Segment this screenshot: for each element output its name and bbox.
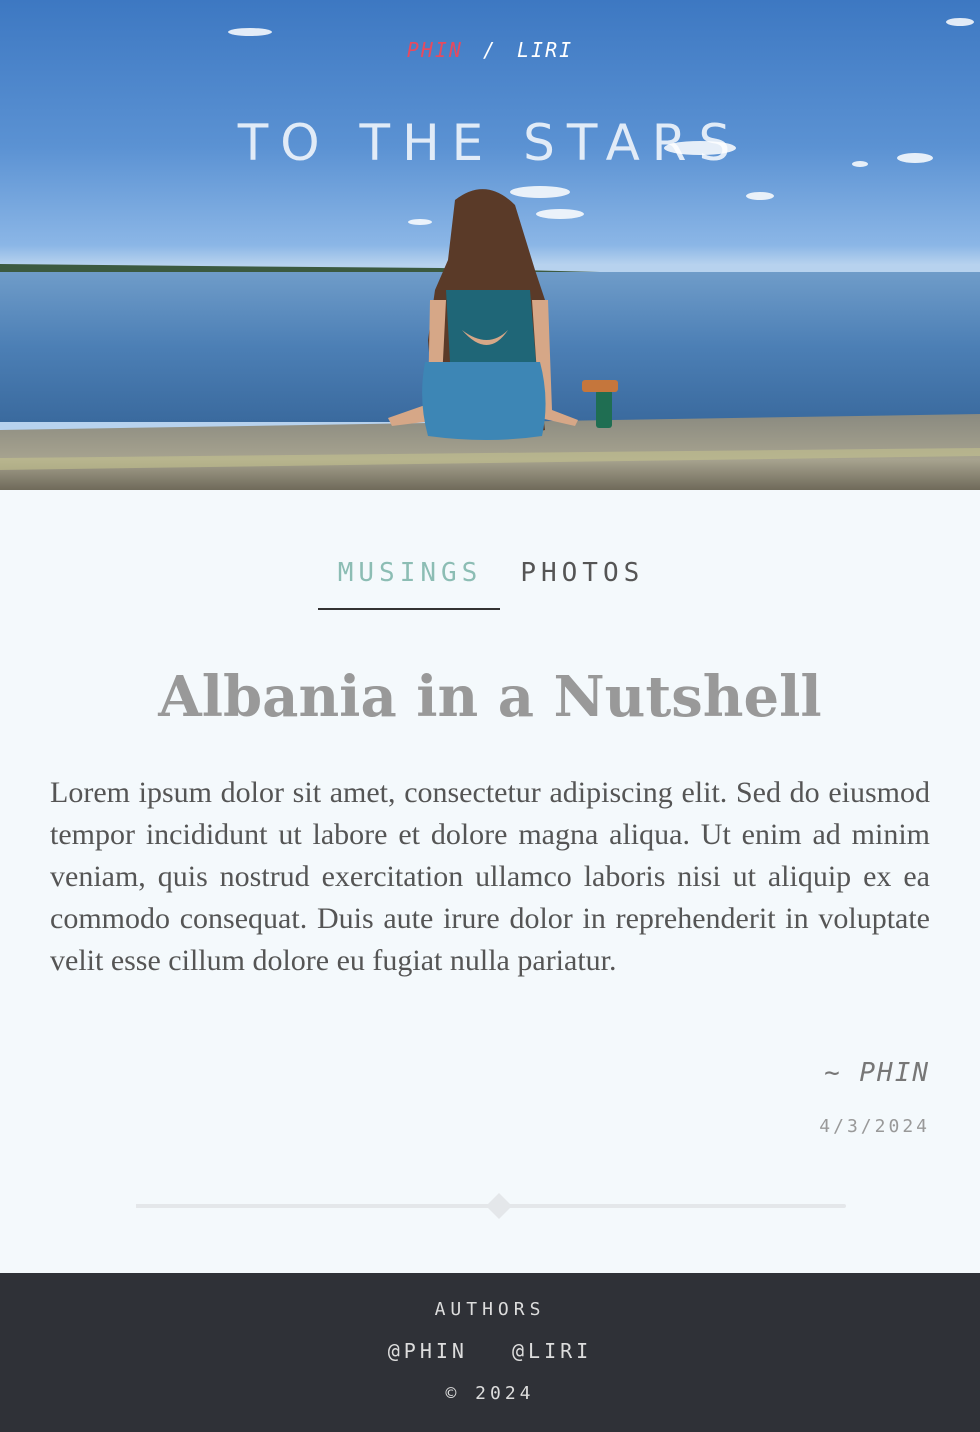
author-link-phin[interactable]: PHIN xyxy=(407,38,463,62)
footer-copyright: © 2024 xyxy=(445,1383,535,1404)
tab-musings[interactable]: MUSINGS xyxy=(317,556,501,610)
section-divider xyxy=(136,1193,846,1219)
hero-photo xyxy=(0,18,980,490)
post-body: Lorem ipsum dolor sit amet, consectetur … xyxy=(50,776,930,977)
site-title: TO THE STARS xyxy=(237,114,743,172)
author-link-liri[interactable]: LIRI xyxy=(517,38,573,62)
bottle xyxy=(596,390,612,428)
post-date: 4/3/2024 xyxy=(819,1116,930,1137)
author-separator: / xyxy=(482,38,498,62)
footer-heading: AUTHORS xyxy=(434,1299,546,1320)
site-footer: AUTHORS @PHIN @LIRI © 2024 xyxy=(0,1273,980,1432)
author-switch: PHIN / LIRI xyxy=(0,38,980,62)
post-title: Albania in a Nutshell xyxy=(158,664,822,730)
snack xyxy=(582,380,618,392)
footer-link-liri[interactable]: @LIRI xyxy=(512,1339,592,1363)
hero-banner: PHIN / LIRI TO THE STARS xyxy=(0,0,980,490)
divider-diamond-icon xyxy=(486,1193,512,1219)
footer-link-phin[interactable]: @PHIN xyxy=(388,1339,468,1363)
content-tabs: MUSINGS PHOTOS xyxy=(0,556,980,610)
footer-links: @PHIN @LIRI xyxy=(0,1339,980,1363)
post-signature: ~ PHIN xyxy=(824,1058,930,1088)
tab-photos[interactable]: PHOTOS xyxy=(500,556,662,610)
